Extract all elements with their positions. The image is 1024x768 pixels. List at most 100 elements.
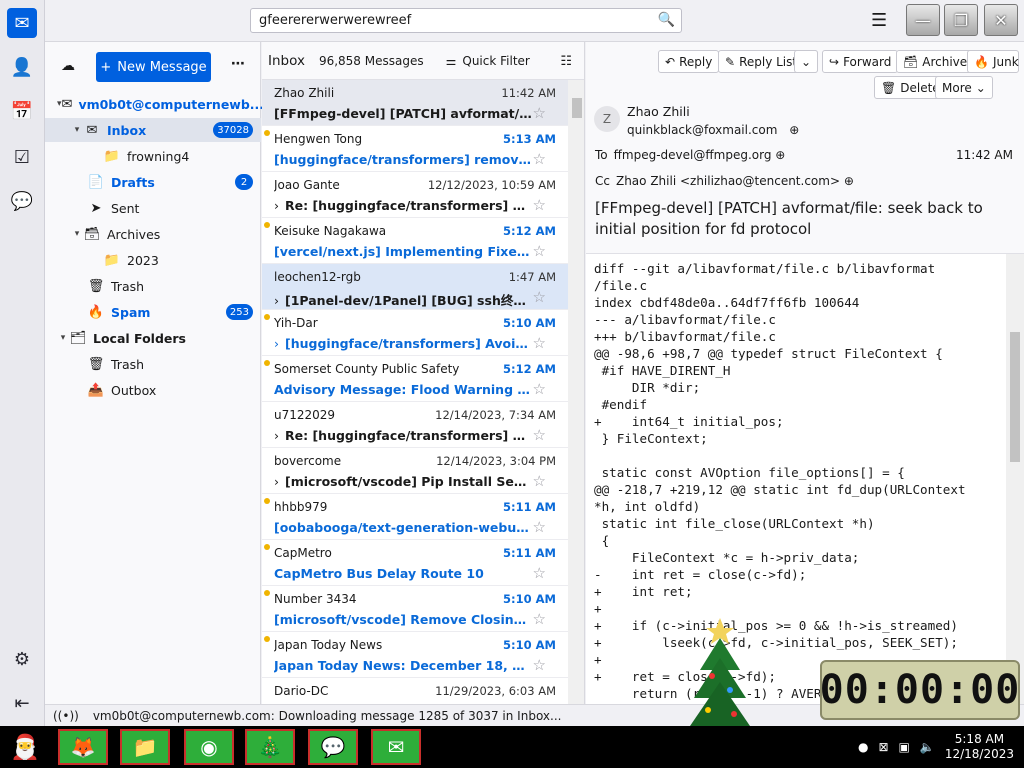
message-list-scroll-thumb[interactable] (572, 98, 582, 118)
more-button[interactable]: More ⌄ (935, 76, 993, 99)
reply-list-dropdown[interactable]: ⌄ (794, 50, 818, 73)
message-row[interactable]: Keisuke Nagakawa 5:12 AM [vercel/next.js] … (262, 218, 568, 264)
cc-address[interactable]: Zhao Zhili <zhilizhao@tencent.com> (616, 174, 840, 188)
chat-icon[interactable]: 💬 (7, 186, 37, 216)
star-icon[interactable]: ☆ (533, 334, 546, 352)
address-book-icon[interactable]: 👤 (7, 52, 37, 82)
message-row[interactable]: Zhao Zhili 11:42 AM [FFmpeg-devel] [PATCH]… (262, 80, 568, 126)
calendar-icon[interactable]: 📅 (7, 96, 37, 126)
star-icon[interactable]: ☆ (533, 426, 546, 444)
folder-pane-more-icon[interactable]: ⋯ (231, 56, 245, 72)
file-explorer-icon[interactable]: 📁 (120, 729, 170, 765)
forward-button[interactable]: ↪ Forward (822, 50, 899, 73)
message-row[interactable]: Number 3434 5:10 AM [microsoft/vscode] Rem… (262, 586, 568, 632)
mail-icon[interactable]: ✉ (7, 8, 37, 38)
contact-icon[interactable]: ⊕ (775, 148, 785, 162)
star-icon[interactable]: ☆ (533, 104, 546, 122)
contact-icon[interactable]: ⊕ (844, 174, 854, 188)
settings-gear-icon[interactable]: ⚙ (7, 644, 37, 674)
tree-app-icon[interactable]: 🎄 (245, 729, 295, 765)
taskbar-clock[interactable]: 5:18 AM 12/18/2023 (945, 732, 1014, 762)
star-icon[interactable]: ☆ (533, 196, 546, 214)
star-icon[interactable]: ☆ (533, 564, 546, 582)
app-menu-icon[interactable]: ☰ (871, 10, 887, 31)
message-row[interactable]: bovercome 12/14/2023, 3:04 PM › [microsoft/… (262, 448, 568, 494)
get-messages-icon[interactable]: ☁ (61, 58, 75, 74)
message-row[interactable]: Joao Gante 12/12/2023, 10:59 AM › Re: [hugg… (262, 172, 568, 218)
quick-filter-button[interactable]: Quick Filter (462, 54, 529, 68)
volume-icon[interactable]: 🔈 (920, 740, 935, 754)
search-input[interactable]: gfeerererwerwerewreef 🔍 (250, 8, 682, 33)
chevron-down-icon[interactable]: ▾ (71, 125, 83, 135)
message-row[interactable]: Hengwen Tong 5:13 AM [huggingface/transfor… (262, 126, 568, 172)
folder-outbox[interactable]: 📤 Outbox (45, 378, 261, 402)
trash-icon: 🗑 (87, 278, 105, 294)
folder-spam[interactable]: 🔥 Spam 253 (45, 300, 261, 324)
message-row[interactable]: leochen12-rgb 1:47 AM › [1Panel-dev/1Panel]… (262, 264, 568, 310)
chevron-down-icon[interactable]: ▾ (71, 229, 83, 239)
message-row[interactable]: Japan Today News 5:10 AM Japan Today News:… (262, 632, 568, 678)
start-button-santa-icon[interactable]: 🎅 (6, 729, 44, 765)
star-icon[interactable]: ☆ (533, 242, 546, 260)
firefox-icon[interactable]: 🦊 (58, 729, 108, 765)
tray-dot-icon[interactable]: ● (858, 740, 868, 754)
avatar: Z (594, 106, 620, 132)
network-icon[interactable]: ⊠ (878, 740, 888, 754)
folder-drafts[interactable]: 📄 Drafts 2 (45, 170, 261, 194)
local-folders-row[interactable]: ▾ 🗂 Local Folders (45, 326, 261, 350)
reply-button[interactable]: ↶ Reply (658, 50, 720, 73)
message-row[interactable]: Somerset County Public Safety 5:12 AM Advi… (262, 356, 568, 402)
folder-frowning4[interactable]: 📁 frowning4 (45, 144, 261, 168)
star-icon[interactable]: ☆ (533, 150, 546, 168)
chevron-down-icon[interactable]: ▾ (57, 333, 69, 343)
thread-chevron-icon[interactable]: › (274, 474, 279, 489)
reader-scroll-thumb[interactable] (1010, 332, 1020, 462)
star-icon[interactable]: ☆ (533, 288, 546, 306)
activity-icon[interactable]: ((•)) (53, 709, 79, 723)
junk-button[interactable]: 🔥 Junk (967, 50, 1019, 73)
folder-inbox[interactable]: ▾ ✉ Inbox 37028 (45, 118, 261, 142)
message-row[interactable]: hhbb979 5:11 AM [oobabooga/text-generation… (262, 494, 568, 540)
message-row[interactable]: Yih-Dar 5:10 AM › [huggingface/transformers… (262, 310, 568, 356)
message-row[interactable]: u7122029 12/14/2023, 7:34 AM › Re: [hugging… (262, 402, 568, 448)
chrome-icon[interactable]: ◉ (184, 729, 234, 765)
junk-icon: 🔥 (974, 54, 989, 69)
folder-sent[interactable]: ➤ Sent (45, 196, 261, 220)
thread-chevron-icon[interactable]: › (274, 198, 279, 213)
thunderbird-icon[interactable]: ✉ (371, 729, 421, 765)
star-icon[interactable]: ☆ (533, 472, 546, 490)
list-options-icon[interactable]: ☷ (560, 54, 572, 69)
star-icon[interactable]: ☆ (533, 518, 546, 536)
new-message-button[interactable]: + New Message (96, 52, 211, 82)
star-icon[interactable]: ☆ (533, 610, 546, 628)
folder-2023[interactable]: 📁 2023 (45, 248, 261, 272)
from-email[interactable]: quinkblack@foxmail.com ⊕ (627, 123, 799, 137)
folder-trash[interactable]: 🗑 Trash (45, 274, 261, 298)
folder-local-trash[interactable]: 🗑 Trash (45, 352, 261, 376)
from-name[interactable]: Zhao Zhili (627, 104, 690, 119)
message-row[interactable]: CapMetro 5:11 AM CapMetro Bus Delay Route … (262, 540, 568, 586)
countdown-timer[interactable]: 00:00:00 (820, 660, 1020, 720)
display-icon[interactable]: ▣ (899, 740, 910, 754)
thread-chevron-icon[interactable]: › (274, 293, 279, 308)
thread-chevron-icon[interactable]: › (274, 428, 279, 443)
tasks-icon[interactable]: ☑ (7, 142, 37, 172)
account-row[interactable]: ▾ ✉ vm0b0t@computernewb.... (45, 92, 269, 116)
maximize-button[interactable]: ❐ (944, 4, 978, 36)
search-icon[interactable]: 🔍 (658, 12, 675, 28)
contact-icon[interactable]: ⊕ (789, 123, 799, 137)
chat-app-icon[interactable]: 💬 (308, 729, 358, 765)
minimize-button[interactable]: — (906, 4, 940, 36)
close-button[interactable]: ✕ (984, 4, 1018, 36)
reader-scrollbar[interactable] (1006, 254, 1024, 704)
to-address[interactable]: ffmpeg-devel@ffmpeg.org (614, 148, 772, 162)
thread-chevron-icon[interactable]: › (274, 336, 279, 351)
star-icon[interactable]: ☆ (533, 380, 546, 398)
archive-button[interactable]: 🗃 Archive (896, 50, 975, 73)
star-icon[interactable]: ☆ (533, 656, 546, 674)
collapse-spaces-icon[interactable]: ⇤ (7, 688, 37, 718)
message-list-scrollbar[interactable] (568, 80, 584, 704)
folder-archives[interactable]: ▾ 🗃 Archives (45, 222, 261, 246)
trash-icon: 🗑 (87, 356, 105, 372)
message-row[interactable]: Dario-DC11/29/2023, 6:03 AM☆ (262, 678, 568, 704)
